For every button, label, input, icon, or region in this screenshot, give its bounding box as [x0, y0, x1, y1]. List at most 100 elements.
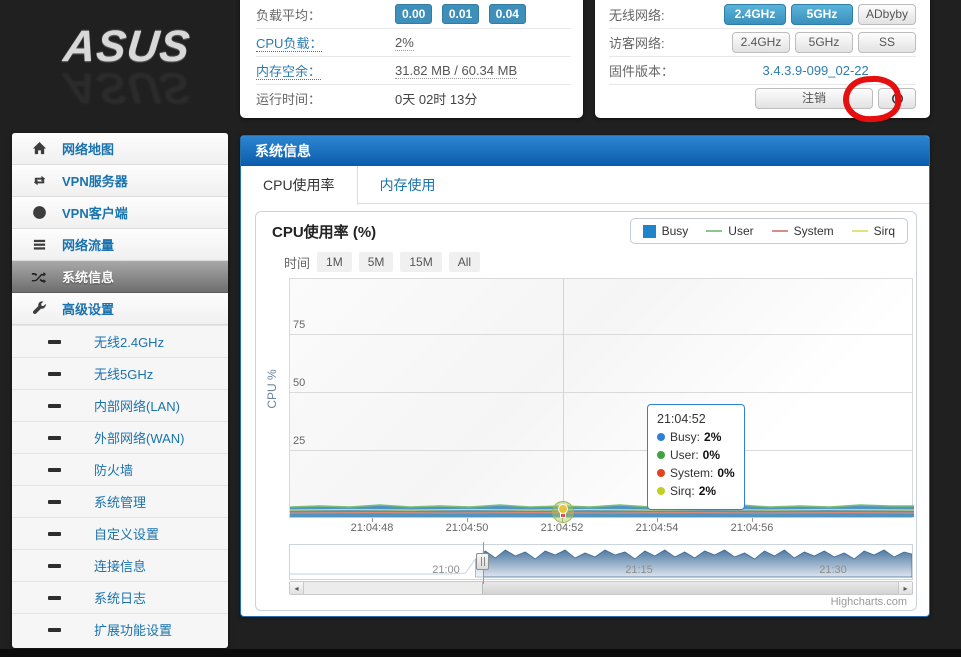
firmware-label: 固件版本： [609, 61, 763, 80]
range-button-5m[interactable]: 5M [359, 252, 394, 272]
y-tick-25: 25 [293, 435, 305, 447]
adbyby-button[interactable]: ADbyby [858, 4, 916, 25]
power-button[interactable] [878, 88, 916, 109]
sidebar-subitem-label: 无线2.4GHz [94, 332, 164, 351]
range-selector: 时间 1M 5M 15M All [284, 252, 480, 272]
highcharts-credit[interactable]: Highcharts.com [831, 596, 907, 608]
scrollbar-left-arrow-icon[interactable]: ◂ [290, 582, 304, 594]
sidebar-subitem-label: 防火墙 [94, 460, 133, 479]
globe-icon [30, 205, 48, 220]
sidebar-item-label: 系统信息 [62, 267, 114, 286]
wireless-5ghz-button[interactable]: 5GHz [791, 4, 853, 25]
memory-free-value[interactable]: 31.82 MB / 60.34 MB [395, 63, 517, 79]
firmware-version-link[interactable]: 3.4.3.9-099_02-22 [763, 63, 917, 78]
cpu-load-link[interactable]: CPU负载： [256, 36, 322, 52]
dash-icon [48, 436, 61, 440]
y-axis-title: CPU % [265, 363, 279, 415]
memory-free-link[interactable]: 内存空余： [256, 64, 321, 80]
x-tick-1: 21:04:50 [446, 522, 489, 534]
scrollbar-right-arrow-icon[interactable]: ▸ [898, 582, 912, 594]
legend-item-system[interactable]: System [772, 224, 834, 238]
sidebar-subitem-firewall[interactable]: 防火墙 [12, 453, 228, 485]
sidebar-subitem-label: 外部网络(WAN) [94, 428, 185, 447]
dash-icon [48, 340, 61, 344]
sidebar-subitem-lan[interactable]: 内部网络(LAN) [12, 389, 228, 421]
sidebar-item-system-info[interactable]: 系统信息 [12, 261, 228, 293]
sidebar-subitem-system-log[interactable]: 系统日志 [12, 581, 228, 613]
range-button-1m[interactable]: 1M [317, 252, 352, 272]
sidebar-subitem-system-admin[interactable]: 系统管理 [12, 485, 228, 517]
tooltip-row-busy: Busy:2% [657, 430, 735, 444]
sidebar-subitem-connections[interactable]: 连接信息 [12, 549, 228, 581]
hover-point-marker [552, 501, 574, 523]
navigator-handle[interactable] [476, 553, 489, 570]
sidebar-subitem-wireless-5[interactable]: 无线5GHz [12, 357, 228, 389]
wireless-24ghz-button[interactable]: 2.4GHz [724, 4, 786, 25]
legend-item-sirq[interactable]: Sirq [852, 224, 895, 238]
navigator-label-1: 21:15 [625, 564, 653, 576]
sidebar-item-label: 高级设置 [62, 299, 114, 318]
x-tick-4: 21:04:56 [731, 522, 774, 534]
gridline-50 [290, 392, 912, 393]
sidebar-subitem-wan[interactable]: 外部网络(WAN) [12, 421, 228, 453]
chart-navigator[interactable]: 21:00 21:15 21:30 [289, 544, 913, 580]
dash-icon [48, 596, 61, 600]
chart-scrollbar[interactable]: ◂ ▸ [289, 581, 913, 595]
sidebar-item-traffic[interactable]: 网络流量 [12, 229, 228, 261]
sidebar-subitem-label: 系统日志 [94, 588, 146, 607]
cpu-load-value[interactable]: 2% [395, 35, 414, 51]
guest-5ghz-button[interactable]: 5GHz [795, 32, 853, 53]
sidebar-subitem-wireless-24[interactable]: 无线2.4GHz [12, 325, 228, 357]
wireless-row: 无线网络: 2.4GHz 5GHz ADbyby [609, 0, 916, 28]
user-dot-icon [657, 451, 665, 459]
sidebar-item-network-map[interactable]: 网络地图 [12, 133, 228, 165]
scrollbar-thumb[interactable] [482, 582, 898, 594]
repeat-icon [30, 173, 48, 188]
sidebar-item-advanced-settings[interactable]: 高级设置 [12, 293, 228, 325]
page-title: 系统信息 [241, 136, 929, 166]
asus-logo: ASUS ASUS [42, 22, 212, 122]
busy-dot-icon [657, 433, 665, 441]
logout-button[interactable]: 注销 [755, 88, 873, 109]
guest-network-label: 访客网络: [609, 33, 732, 52]
navigator-label-2: 21:30 [819, 564, 847, 576]
dash-icon [48, 564, 61, 568]
sidebar-subitem-label: 无线5GHz [94, 364, 153, 383]
cpu-usage-chart: CPU使用率 (%) Busy User System Sirq [255, 211, 917, 611]
plot-area[interactable]: 75 50 25 [289, 278, 913, 518]
ss-button[interactable]: SS [858, 32, 916, 53]
dash-icon [48, 372, 61, 376]
sidebar-subitem-extensions[interactable]: 扩展功能设置 [12, 613, 228, 645]
power-icon [890, 91, 905, 106]
network-panel: 无线网络: 2.4GHz 5GHz ADbyby 访客网络: 2.4GHz 5G… [595, 0, 930, 118]
session-row: 注销 [609, 84, 916, 112]
system-line-icon [772, 230, 788, 232]
tab-memory-usage[interactable]: 内存使用 [358, 166, 458, 203]
load-1min-badge: 0.00 [395, 4, 432, 24]
sidebar-item-label: 网络地图 [62, 139, 114, 158]
legend-item-busy[interactable]: Busy [643, 224, 689, 238]
uptime-label: 运行时间： [256, 89, 395, 108]
sidebar-item-label: 网络流量 [62, 235, 114, 254]
sidebar-item-label: VPN客户端 [62, 203, 128, 222]
home-icon [30, 141, 48, 156]
uptime-row: 运行时间： 0天 02时 13分 [256, 84, 571, 112]
load-average-label: 负载平均： [256, 5, 395, 24]
uptime-value: 0天 02时 13分 [395, 89, 477, 108]
x-tick-0: 21:04:48 [351, 522, 394, 534]
sidebar-subitem-custom-settings[interactable]: 自定义设置 [12, 517, 228, 549]
firmware-row: 固件版本： 3.4.3.9-099_02-22 [609, 56, 916, 84]
sidebar-item-vpn-client[interactable]: VPN客户端 [12, 197, 228, 229]
legend-item-user[interactable]: User [706, 224, 753, 238]
x-tick-3: 21:04:54 [636, 522, 679, 534]
range-button-all[interactable]: All [449, 252, 480, 272]
sidebar-item-vpn-server[interactable]: VPN服务器 [12, 165, 228, 197]
range-button-15m[interactable]: 15M [400, 252, 441, 272]
brand-reflection: ASUS [39, 62, 214, 112]
load-average-row: 负载平均： 0.00 0.01 0.04 [256, 0, 571, 28]
bottom-strip [0, 649, 961, 657]
guest-24ghz-button[interactable]: 2.4GHz [732, 32, 790, 53]
tooltip-row-system: System:0% [657, 466, 735, 480]
tab-cpu-usage[interactable]: CPU使用率 [241, 166, 358, 205]
cpu-load-row: CPU负载： 2% [256, 28, 571, 56]
